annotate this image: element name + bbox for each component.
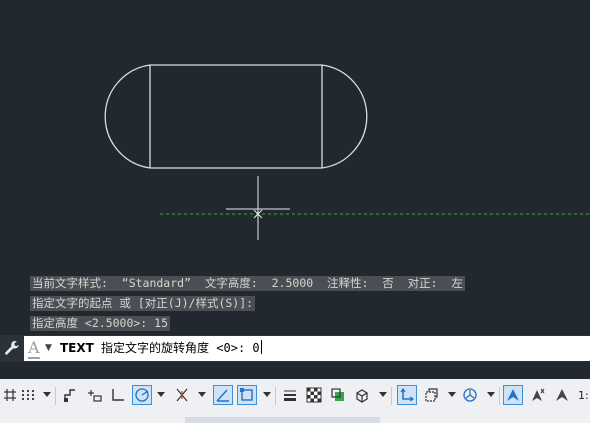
status-divider bbox=[275, 387, 276, 405]
polar-tracking-icon[interactable] bbox=[132, 385, 152, 405]
command-prompt: 指定文字的旋转角度 <0>: bbox=[93, 341, 253, 355]
customize-wrench-icon[interactable] bbox=[4, 340, 20, 356]
chevron-down-icon[interactable] bbox=[43, 392, 51, 397]
command-name: TEXT bbox=[60, 341, 94, 355]
slot-outline[interactable] bbox=[104, 64, 368, 169]
command-value[interactable]: 0 bbox=[252, 341, 259, 355]
auto-scale-icon[interactable] bbox=[528, 385, 548, 405]
chevron-down-icon[interactable] bbox=[198, 392, 206, 397]
annotation-scale-value[interactable]: 1: bbox=[578, 389, 589, 402]
status-divider bbox=[55, 387, 56, 405]
infer-constraints-icon[interactable] bbox=[60, 385, 80, 405]
object-snap-icon[interactable] bbox=[237, 385, 257, 405]
lineweight-icon[interactable] bbox=[280, 385, 300, 405]
status-divider bbox=[499, 387, 500, 405]
history-line-start: 指定文字的起点 或 [对正(J)/样式(S)]: bbox=[30, 296, 256, 311]
text-caret bbox=[260, 340, 262, 354]
status-bar-scroll-strip bbox=[185, 417, 380, 423]
text-style-icon[interactable]: A bbox=[28, 339, 40, 357]
chevron-down-icon[interactable] bbox=[448, 392, 456, 397]
chevron-down-icon[interactable] bbox=[379, 392, 387, 397]
drawing-canvas[interactable]: 当前文字样式: “Standard” 文字高度: 2.5000 注释性: 否 对… bbox=[0, 0, 590, 335]
object-snap-tracking-icon[interactable] bbox=[213, 385, 233, 405]
command-line-input[interactable]: A ▼ TEXT 指定文字的旋转角度 <0>: 0 bbox=[24, 336, 590, 361]
status-bar-tools: 1: bbox=[0, 381, 590, 411]
chevron-down-icon[interactable]: ▼ bbox=[45, 343, 52, 353]
snap-dots-icon[interactable] bbox=[18, 385, 38, 405]
ortho-mode-icon[interactable] bbox=[108, 385, 128, 405]
dynamic-ucs-icon[interactable] bbox=[397, 385, 417, 405]
history-line-height: 指定高度 <2.5000>: 15 bbox=[30, 316, 171, 331]
grid-icon[interactable] bbox=[0, 385, 20, 405]
command-bar: A ▼ TEXT 指定文字的旋转角度 <0>: 0 bbox=[0, 335, 590, 362]
chevron-down-icon[interactable] bbox=[157, 392, 165, 397]
annotation-visibility-icon[interactable] bbox=[503, 385, 523, 405]
3d-object-snap-icon[interactable] bbox=[352, 385, 372, 405]
chevron-down-icon[interactable] bbox=[487, 392, 495, 397]
gizmo-icon[interactable] bbox=[460, 385, 480, 405]
crosshair-cursor bbox=[226, 176, 290, 240]
command-line-text[interactable]: TEXT 指定文字的旋转角度 <0>: 0 bbox=[60, 340, 262, 357]
selection-cycling-icon[interactable] bbox=[328, 385, 348, 405]
status-bar: 1: bbox=[0, 379, 590, 423]
isometric-drafting-icon[interactable] bbox=[172, 385, 192, 405]
history-line-style: 当前文字样式: “Standard” 文字高度: 2.5000 注释性: 否 对… bbox=[30, 276, 465, 291]
transparency-icon[interactable] bbox=[304, 385, 324, 405]
selection-filter-icon[interactable] bbox=[421, 385, 441, 405]
annotation-scale-icon[interactable] bbox=[552, 385, 572, 405]
chevron-down-icon[interactable] bbox=[263, 392, 271, 397]
text-style-underline bbox=[28, 357, 40, 359]
dynamic-input-icon[interactable] bbox=[84, 385, 104, 405]
status-divider bbox=[391, 387, 392, 405]
command-history-gap bbox=[0, 362, 590, 379]
